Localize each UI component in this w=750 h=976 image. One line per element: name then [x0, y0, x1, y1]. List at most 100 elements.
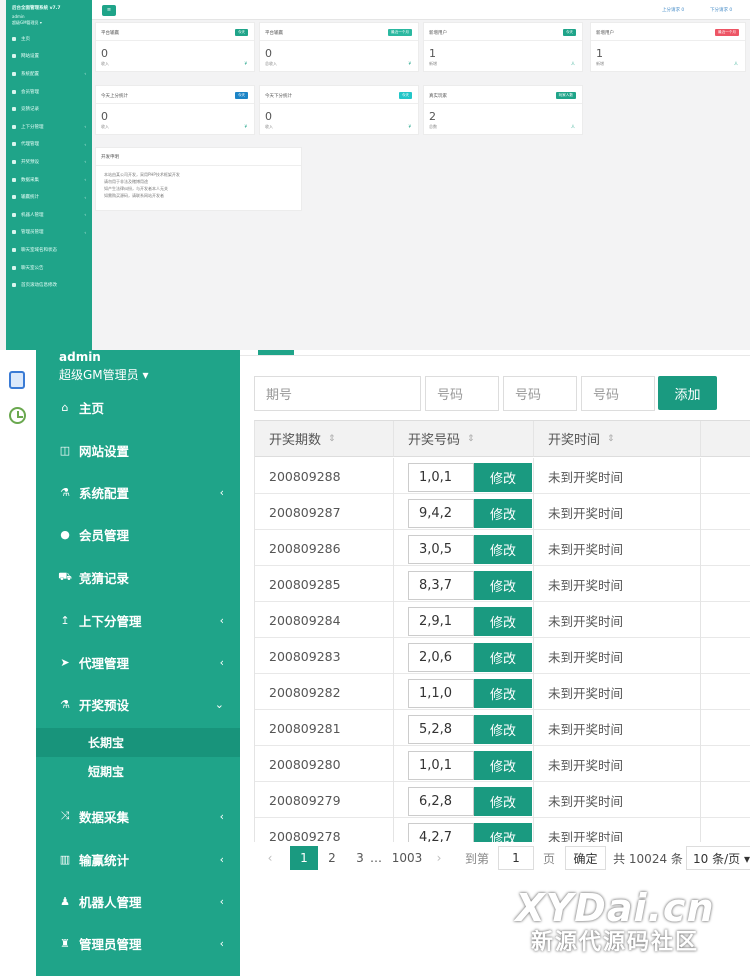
code-input[interactable]: 2,9,1: [408, 607, 474, 636]
modify-button[interactable]: 修改: [474, 463, 532, 492]
sidebar-item[interactable]: 管理员管理 ‹: [6, 224, 92, 242]
last-page-button[interactable]: 1003: [390, 846, 424, 870]
code-input[interactable]: 4,2,7: [408, 823, 474, 842]
sort-icon[interactable]: ⇕: [328, 434, 336, 444]
modify-button[interactable]: 修改: [474, 787, 532, 816]
sidebar-item[interactable]: 主页: [6, 30, 92, 48]
code-input-2[interactable]: 号码: [503, 376, 577, 411]
stat-card-title: 平台输赢: [101, 31, 119, 36]
code-input-3[interactable]: 号码: [581, 376, 655, 411]
sidebar-item[interactable]: ⚗ 系统配置 ‹: [36, 471, 240, 513]
code-input[interactable]: 6,2,8: [408, 787, 474, 816]
modify-button[interactable]: 修改: [474, 607, 532, 636]
code-input[interactable]: 9,4,2: [408, 499, 474, 528]
modify-button[interactable]: 修改: [474, 535, 532, 564]
modify-button[interactable]: 修改: [474, 499, 532, 528]
header-period-label: 开奖期数: [269, 433, 322, 448]
divider: [424, 40, 582, 41]
header-time[interactable]: 开奖时间 ⇕: [534, 421, 701, 457]
stat-card-badge: 今天: [234, 92, 248, 99]
code-input[interactable]: 1,0,1: [408, 463, 474, 492]
sidebar-item[interactable]: 聊天室域名和状态: [6, 241, 92, 259]
sidebar-item[interactable]: 数据采集 ‹: [6, 171, 92, 189]
table-row: 200809285 8,3,7 修改 未到开奖时间: [255, 566, 750, 602]
watermark: XYDai.cn 新源代源码社区: [480, 886, 750, 956]
sidebar-item-label: 聊天室公告: [21, 265, 44, 271]
modify-button[interactable]: 修改: [474, 679, 532, 708]
menu-toggle-button[interactable]: ≡: [102, 5, 116, 16]
sidebar-item[interactable]: 代理管理 ‹: [6, 136, 92, 154]
sidebar-item[interactable]: ● 会员管理: [36, 513, 240, 555]
sidebar-role[interactable]: 超级GM管理员 ▾: [6, 20, 92, 26]
sidebar-subitem[interactable]: 短期宝: [36, 757, 240, 786]
stat-card-title: 新增用户: [429, 31, 447, 36]
modify-button[interactable]: 修改: [474, 715, 532, 744]
page-1-button[interactable]: 1: [290, 846, 318, 870]
modify-button[interactable]: 修改: [474, 751, 532, 780]
sidebar-item[interactable]: ↥ 上下分管理 ‹: [36, 599, 240, 641]
sidebar-item[interactable]: 上下分管理 ‹: [6, 118, 92, 136]
sidebar-item[interactable]: 开奖预设 ‹: [6, 153, 92, 171]
sidebar-item[interactable]: 网站设置: [6, 48, 92, 66]
sidebar-item-label: 机器人管理: [79, 894, 142, 910]
modify-button[interactable]: 修改: [474, 823, 532, 842]
sidebar-item-label: 输赢统计: [21, 195, 39, 201]
sidebar-item[interactable]: ⛟ 竞猜记录: [36, 556, 240, 598]
sidebar-subitem[interactable]: 长期宝: [36, 728, 240, 757]
stat-card-badge: 今天: [234, 29, 248, 36]
code-input[interactable]: 3,0,5: [408, 535, 474, 564]
add-button[interactable]: 添加: [658, 376, 717, 410]
withdraw-request-link[interactable]: 下分请求 0: [710, 7, 732, 13]
sidebar-item[interactable]: ♟ 机器人管理 ‹: [36, 880, 240, 922]
stat-card-value: 1: [596, 47, 603, 60]
modify-button[interactable]: 修改: [474, 571, 532, 600]
sidebar-item[interactable]: 会员管理: [6, 83, 92, 101]
recharge-request-link[interactable]: 上分请求 0: [662, 7, 684, 13]
sidebar-item[interactable]: ⌂ 主页: [36, 386, 240, 428]
menu-item-icon: [12, 36, 16, 41]
sort-icon[interactable]: ⇕: [607, 434, 615, 444]
period-cell: 200809287: [255, 494, 394, 530]
prev-page-button[interactable]: ‹: [258, 846, 282, 870]
sidebar-item[interactable]: ⚗ 开奖预设 ⌄: [36, 683, 240, 725]
tablet-icon[interactable]: [9, 371, 25, 389]
sidebar-item[interactable]: ➤ 代理管理 ‹: [36, 641, 240, 683]
goto-page-input[interactable]: 1: [498, 846, 534, 870]
menu-item-icon: [12, 54, 16, 59]
main-content: 期号 号码 号码 号码 添加 开奖期数 ⇕ 开奖号码 ⇕ 开奖时间 ⇕ 2008092…: [240, 350, 750, 976]
sidebar-item[interactable]: 机器人管理 ‹: [6, 206, 92, 224]
period-input[interactable]: 期号: [254, 376, 421, 411]
sidebar-item[interactable]: 竞猜记录: [6, 100, 92, 118]
code-input[interactable]: 8,3,7: [408, 571, 474, 600]
sidebar-item[interactable]: ⤨ 数据采集 ‹: [36, 795, 240, 837]
code-cell: 1,0,1 修改: [394, 458, 534, 494]
next-page-button[interactable]: ›: [430, 846, 448, 870]
code-cell: 2,0,6 修改: [394, 638, 534, 674]
menu-item-icon: [12, 107, 16, 112]
notice-line: 请勿用于非法及赌博用途: [104, 179, 148, 184]
goto-confirm-button[interactable]: 确定: [565, 846, 606, 870]
code-input[interactable]: 1,1,0: [408, 679, 474, 708]
sidebar-item[interactable]: ▥ 输赢统计 ‹: [36, 838, 240, 880]
code-input[interactable]: 1,0,1: [408, 751, 474, 780]
sort-icon[interactable]: ⇕: [467, 434, 475, 444]
divider: [424, 103, 582, 104]
sidebar-item[interactable]: 首页滚动信息修改: [6, 276, 92, 294]
sidebar-item[interactable]: 系统配置 ‹: [6, 65, 92, 83]
sidebar-item[interactable]: ♜ 管理员管理 ‹: [36, 922, 240, 964]
code-cell: 6,2,8 修改: [394, 782, 534, 818]
modify-button[interactable]: 修改: [474, 643, 532, 672]
page-unit-label: 页: [542, 851, 555, 866]
page-size-select[interactable]: 10 条/页 ▾: [686, 846, 750, 870]
sidebar-item[interactable]: 聊天室公告: [6, 259, 92, 277]
sidebar-item[interactable]: 输赢统计 ‹: [6, 188, 92, 206]
clock-icon[interactable]: [9, 407, 26, 424]
sidebar-role-dropdown[interactable]: 超级GM管理员 ▾: [59, 366, 149, 383]
code-input[interactable]: 2,0,6: [408, 643, 474, 672]
code-input[interactable]: 5,2,8: [408, 715, 474, 744]
header-period[interactable]: 开奖期数 ⇕: [255, 421, 394, 457]
code-input-1[interactable]: 号码: [425, 376, 499, 411]
page-2-button[interactable]: 2: [320, 846, 344, 870]
sidebar-item[interactable]: ◫ 网站设置: [36, 429, 240, 471]
header-code[interactable]: 开奖号码 ⇕: [394, 421, 534, 457]
